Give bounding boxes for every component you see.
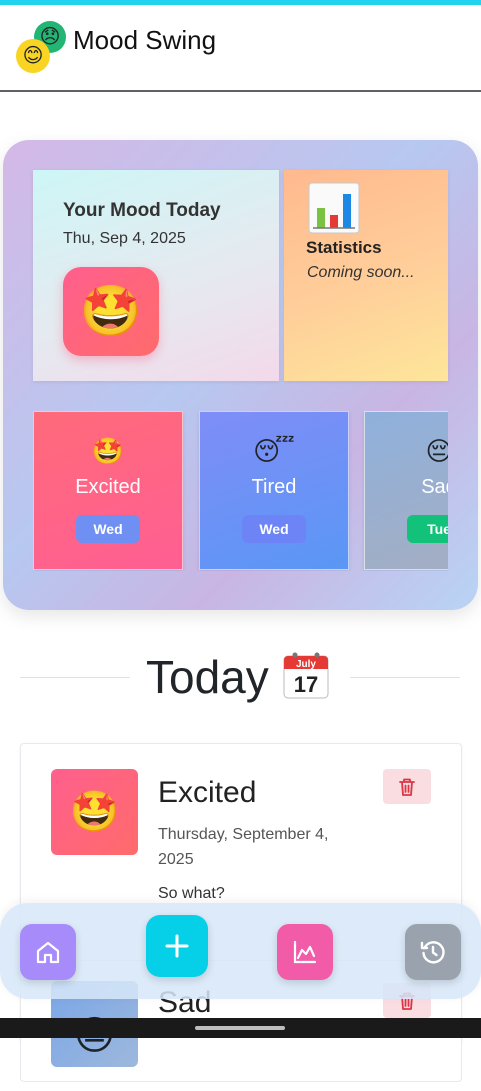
- calendar-month: July: [296, 659, 316, 670]
- calendar-icon: July 17: [283, 652, 329, 699]
- system-navigation-bar: [0, 1018, 481, 1038]
- today-heading: Today July 17: [20, 648, 460, 708]
- delete-button[interactable]: [383, 769, 431, 804]
- recent-mood-label: Tired: [251, 476, 297, 498]
- history-button[interactable]: [405, 924, 461, 980]
- plus-icon: [165, 934, 189, 958]
- entry-emoji: 🤩: [51, 769, 138, 855]
- recent-mood-day-badge: Wed: [242, 515, 306, 543]
- bottom-navigation: [0, 903, 481, 999]
- mood-today-card[interactable]: Your Mood Today Thu, Sep 4, 2025 🤩: [33, 170, 279, 381]
- recent-moods-carousel[interactable]: 🤩 Excited Wed 😴 Tired Wed 😔 Sad Tue: [33, 411, 448, 571]
- app-title: Mood Swing: [73, 25, 217, 55]
- home-button[interactable]: [20, 924, 76, 980]
- statistics-title: Statistics: [306, 238, 382, 257]
- recent-mood-emoji: 🤩: [91, 436, 125, 466]
- recent-mood-card[interactable]: 😔 Sad Tue: [364, 411, 448, 570]
- gesture-handle[interactable]: [195, 1026, 285, 1030]
- add-mood-button[interactable]: [146, 915, 208, 977]
- today-title: Today: [146, 651, 269, 703]
- line-chart-icon: [293, 940, 317, 964]
- home-icon: [36, 941, 60, 964]
- bar-chart-icon: [308, 182, 360, 234]
- app-header: 😞 😊 Mood Swing: [0, 5, 481, 92]
- recent-mood-day-badge: Tue: [407, 515, 448, 543]
- app-logo-icon: 😞 😊: [16, 21, 70, 75]
- divider: [20, 677, 130, 678]
- recent-mood-emoji: 😔: [425, 436, 448, 466]
- recent-mood-label: Sad: [421, 476, 448, 498]
- dashboard-panel: Your Mood Today Thu, Sep 4, 2025 🤩 Stati…: [3, 140, 478, 610]
- statistics-subtitle: Coming soon...: [307, 264, 415, 281]
- mood-today-emoji[interactable]: 🤩: [63, 267, 159, 356]
- entry-date: Thursday, September 4, 2025: [158, 826, 329, 868]
- mood-today-title: Your Mood Today: [63, 200, 221, 221]
- recent-mood-day-badge: Wed: [76, 515, 140, 543]
- recent-mood-label: Excited: [75, 476, 141, 498]
- mood-today-date: Thu, Sep 4, 2025: [63, 230, 186, 247]
- trash-icon: [399, 778, 415, 796]
- statistics-nav-button[interactable]: [277, 924, 333, 980]
- recent-mood-card[interactable]: 😴 Tired Wed: [199, 411, 349, 570]
- calendar-day: 17: [294, 672, 318, 697]
- history-icon: [420, 941, 445, 964]
- statistics-card[interactable]: Statistics Coming soon...: [284, 170, 448, 381]
- entry-note: So what?: [158, 885, 225, 902]
- recent-mood-emoji: 😴: [253, 436, 295, 466]
- divider: [350, 677, 460, 678]
- recent-mood-card[interactable]: 🤩 Excited Wed: [33, 411, 183, 570]
- entry-mood-title: Excited: [158, 776, 257, 809]
